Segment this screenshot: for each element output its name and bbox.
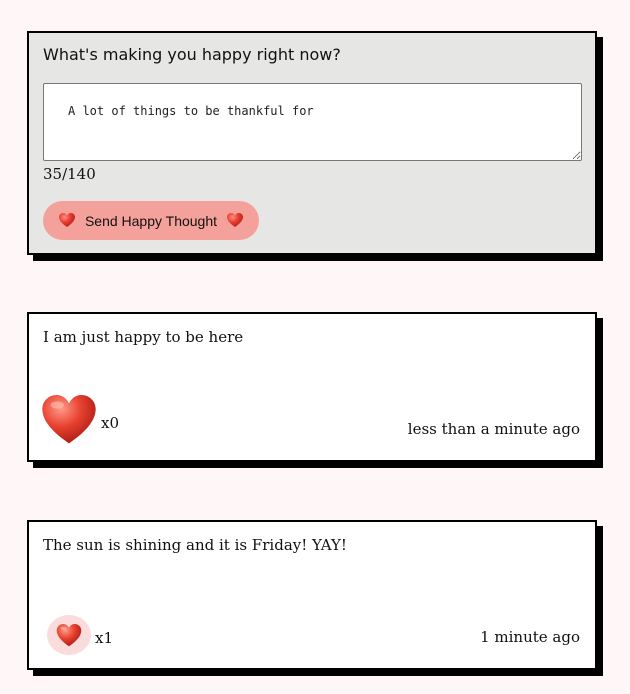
- thought-timestamp: 1 minute ago: [480, 628, 580, 646]
- like-area: x0: [39, 394, 119, 446]
- thought-card: The sun is shining and it is Friday! YAY…: [27, 520, 597, 670]
- like-button[interactable]: [39, 394, 99, 446]
- send-button-label: Send Happy Thought: [84, 212, 218, 229]
- form-question: What's making you happy right now?: [43, 45, 341, 64]
- thought-message: The sun is shining and it is Friday! YAY…: [43, 536, 347, 554]
- happy-thought-form: What's making you happy right now? 35/14…: [27, 31, 597, 255]
- heart-icon: [58, 213, 75, 227]
- send-happy-thought-button[interactable]: Send Happy Thought: [43, 201, 259, 240]
- heart-icon: [42, 395, 96, 444]
- heart-icon: [227, 213, 244, 227]
- thought-timestamp: less than a minute ago: [407, 420, 580, 438]
- heart-icon: [56, 623, 82, 646]
- thought-input[interactable]: [43, 83, 582, 161]
- thought-message: I am just happy to be here: [43, 328, 244, 346]
- character-counter: 35/140: [43, 165, 96, 183]
- like-count: x1: [95, 629, 114, 647]
- like-count: x0: [101, 414, 120, 432]
- like-area: x1: [39, 615, 113, 655]
- like-button[interactable]: [47, 615, 91, 655]
- thought-card: I am just happy to be here x0 less than …: [27, 312, 597, 462]
